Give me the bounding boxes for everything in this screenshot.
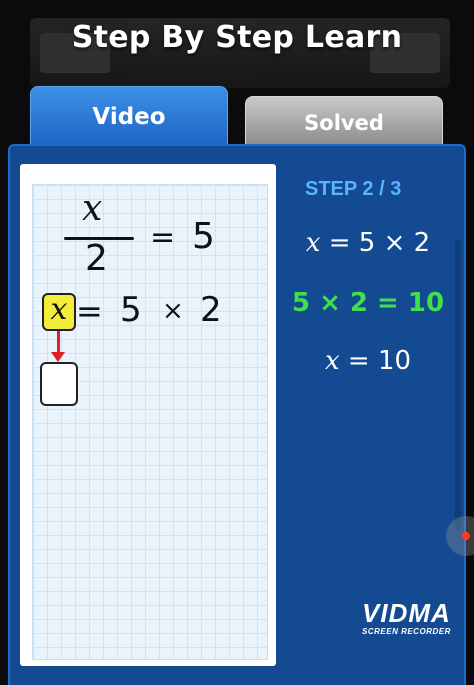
step-line-3-var: x	[324, 346, 340, 376]
equation-rhs: 5	[192, 216, 215, 257]
step-line-1-var: x	[305, 228, 321, 258]
equals-sign-2: =	[76, 292, 103, 330]
factor-a: 5	[120, 290, 142, 330]
fraction-denominator: 2	[85, 238, 108, 279]
graph-paper	[32, 184, 268, 660]
tab-solved[interactable]: Solved	[245, 96, 443, 146]
step-counter: STEP 2 / 3	[305, 178, 402, 200]
highlighted-variable: x	[42, 293, 76, 331]
tab-video[interactable]: Video	[30, 86, 228, 146]
page-title: Step By Step Learn	[71, 20, 403, 55]
step-line-3-rest: = 10	[339, 346, 412, 376]
watermark-logo: VIDMA	[362, 598, 451, 628]
scrollbar[interactable]	[455, 240, 461, 530]
answer-box	[40, 362, 78, 406]
equals-sign: =	[150, 220, 176, 255]
step-line-1-rest: = 5 × 2	[320, 228, 431, 258]
step-line-2: 5 × 2 = 10	[291, 288, 445, 318]
arrow-head-icon	[51, 352, 65, 362]
factor-b: 2	[200, 290, 222, 330]
recorder-watermark: VIDMA SCREEN RECORDER	[362, 598, 462, 636]
step-line-3: x = 10	[288, 346, 448, 376]
step-line-1: x = 5 × 2	[288, 228, 448, 258]
fraction-numerator: x	[82, 188, 103, 229]
watermark-subtitle: SCREEN RECORDER	[362, 627, 451, 636]
multiply-sign: ×	[162, 296, 184, 326]
